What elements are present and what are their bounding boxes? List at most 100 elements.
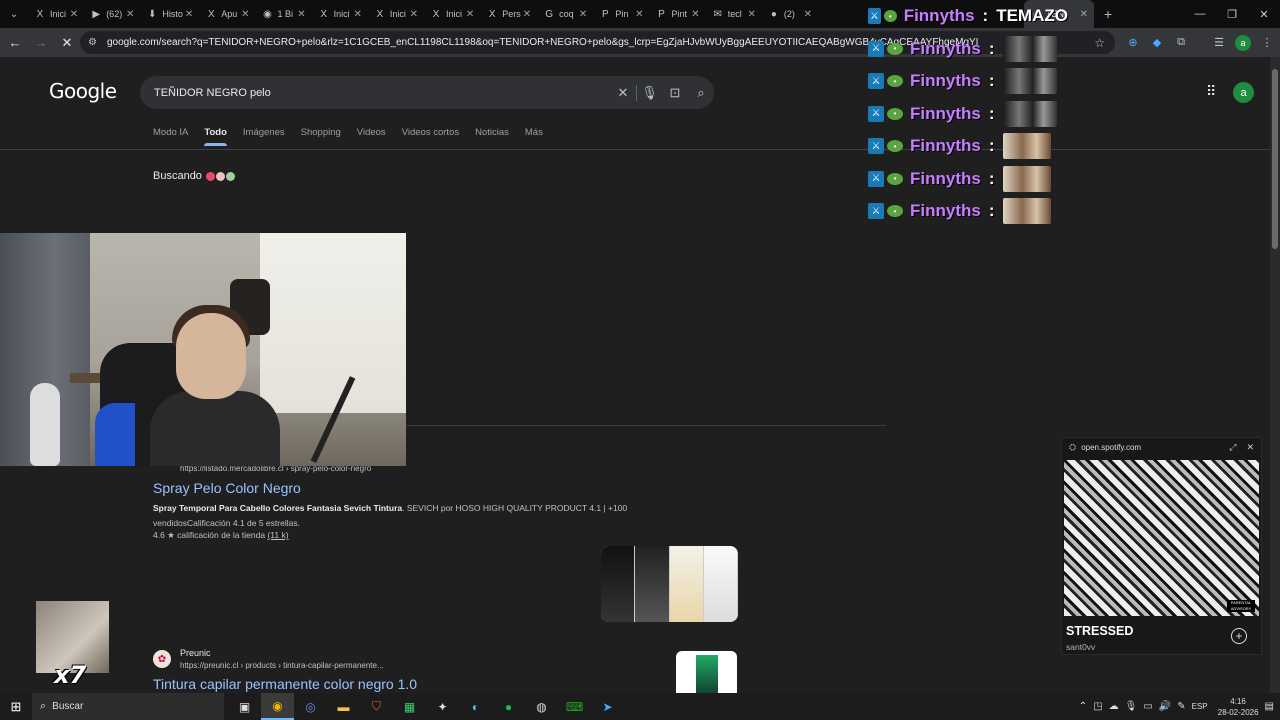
stop-icon[interactable]: ✕ — [54, 30, 80, 56]
tab[interactable]: X Inici ✕ — [28, 0, 84, 28]
app-taskbar-icon[interactable]: ✦ — [426, 693, 459, 720]
result-image-strip[interactable] — [601, 546, 738, 622]
close-icon[interactable]: ✕ — [579, 9, 587, 20]
extension-icon[interactable]: ◆ — [1149, 35, 1165, 51]
rating-count-link[interactable]: (11 k) — [267, 530, 288, 540]
apps-grid-icon[interactable]: ⠿ — [1206, 83, 1222, 99]
product-thumbnail[interactable] — [703, 546, 738, 622]
close-icon[interactable]: ✕ — [353, 9, 361, 20]
result-site-name[interactable]: Preunic — [180, 648, 211, 658]
forward-icon[interactable]: → — [28, 30, 54, 56]
add-to-library-icon[interactable]: + — [1231, 628, 1247, 644]
close-icon[interactable]: ✕ — [691, 9, 699, 20]
lens-icon[interactable]: ⊡ — [662, 85, 688, 101]
app-taskbar-icon[interactable]: ⌨ — [558, 693, 591, 720]
pen-icon[interactable]: ✎ — [1177, 701, 1185, 712]
close-icon[interactable]: ✕ — [241, 9, 249, 20]
steam-taskbar-icon[interactable]: ➤ — [591, 693, 624, 720]
tray-overflow-icon[interactable]: ⌃ — [1079, 701, 1087, 712]
microphone-icon[interactable]: 🎙 — [1125, 701, 1138, 712]
windows-start-icon[interactable]: ⊞ — [0, 693, 32, 720]
track-title[interactable]: STRESSED — [1066, 624, 1133, 638]
site-info-icon[interactable]: ⚙ — [88, 37, 97, 48]
close-icon[interactable]: ✕ — [1080, 9, 1088, 20]
notifications-icon[interactable]: ▤ — [1265, 701, 1274, 712]
tab[interactable]: X Apu ✕ — [199, 0, 255, 28]
search-input[interactable]: TEÑIDOR NEGRO pelo — [154, 87, 610, 99]
tab[interactable]: P Pint ✕ — [650, 0, 706, 28]
track-artist[interactable]: sant0vv — [1066, 642, 1095, 652]
search-icon[interactable]: ⌕ — [688, 85, 714, 101]
steam-taskbar-icon[interactable]: ◐ — [459, 693, 492, 720]
result-url[interactable]: https://preunic.cl › products › tintura-… — [180, 661, 384, 670]
site-settings-icon[interactable]: ⛭ — [1069, 442, 1076, 453]
taskbar-search[interactable]: ⌕ Buscar — [32, 693, 224, 720]
discord-taskbar-icon[interactable]: ◎ — [294, 693, 327, 720]
close-icon[interactable]: ✕ — [70, 9, 78, 20]
close-icon[interactable]: ✕ — [804, 9, 812, 20]
reading-list-icon[interactable]: ☰ — [1211, 35, 1227, 51]
tab[interactable]: P Pin ✕ — [593, 0, 649, 28]
search-tab-shopping[interactable]: Shopping — [301, 127, 341, 146]
google-logo[interactable]: Google — [49, 79, 117, 103]
task-view-icon[interactable]: ▣ — [228, 693, 261, 720]
clear-icon[interactable]: ✕ — [610, 85, 636, 101]
spotify-taskbar-icon[interactable]: ● — [492, 693, 525, 720]
menu-icon[interactable]: ⋮ — [1259, 35, 1275, 51]
page-scrollbar[interactable] — [1270, 57, 1280, 693]
close-icon[interactable]: ✕ — [747, 9, 755, 20]
product-thumbnail[interactable] — [669, 546, 704, 622]
close-icon[interactable]: ✕ — [297, 9, 305, 20]
tab[interactable]: ◉ 1 Bi ✕ — [255, 0, 311, 28]
brave-taskbar-icon[interactable]: ⛉ — [360, 693, 393, 720]
close-icon[interactable]: ✕ — [466, 9, 474, 20]
tab[interactable]: X Inici ✕ — [424, 0, 480, 28]
account-avatar[interactable]: a — [1233, 82, 1254, 103]
close-icon[interactable]: ✕ — [635, 9, 643, 20]
back-icon[interactable]: ← — [2, 30, 28, 56]
volume-icon[interactable]: 🔊 — [1159, 701, 1171, 712]
restore-icon[interactable]: ❐ — [1216, 0, 1248, 28]
tab[interactable]: X Inici ✕ — [368, 0, 424, 28]
close-icon[interactable]: ✕ — [1246, 442, 1254, 453]
product-thumbnail[interactable] — [635, 546, 670, 622]
profile-avatar[interactable]: a — [1235, 34, 1251, 51]
file-explorer-icon[interactable]: ▬ — [327, 693, 360, 720]
mic-icon[interactable]: 🎙 — [636, 84, 662, 101]
tab-search-icon[interactable]: ⌄ — [0, 0, 28, 28]
tab[interactable]: ● (2) ✕ — [762, 0, 818, 28]
search-tab-videos-cortos[interactable]: Videos cortos — [402, 127, 459, 146]
extension-icon[interactable]: ⊕ — [1125, 35, 1141, 51]
close-icon[interactable]: ✕ — [185, 9, 193, 20]
tray-app-icon[interactable]: ☁ — [1109, 701, 1119, 712]
tab[interactable]: X Pers ✕ — [480, 0, 537, 28]
bookmark-star-icon[interactable]: ☆ — [1094, 36, 1105, 50]
search-tab-todo[interactable]: Todo — [204, 127, 227, 146]
product-thumbnail[interactable] — [601, 546, 636, 622]
network-icon[interactable]: ▭ — [1143, 701, 1152, 712]
tab[interactable]: ▶ (62) ✕ — [84, 0, 140, 28]
tray-app-icon[interactable]: ◳ — [1093, 701, 1102, 712]
extensions-puzzle-icon[interactable]: ⧉ — [1173, 35, 1189, 51]
new-tab-icon[interactable]: + — [1104, 6, 1112, 22]
search-tab-más[interactable]: Más — [525, 127, 543, 146]
language-indicator[interactable]: ESP — [1192, 702, 1208, 711]
clock[interactable]: 4:16 28-02-2026 — [1218, 696, 1259, 718]
tab[interactable]: ⬇ Histo ✕ — [140, 0, 199, 28]
tab[interactable]: X Inici ✕ — [312, 0, 368, 28]
tab[interactable]: ✉ tecl ✕ — [706, 0, 762, 28]
result-title[interactable]: Spray Pelo Color Negro — [153, 480, 301, 496]
tab[interactable]: Gcoq ✕ — [537, 0, 593, 28]
close-window-icon[interactable]: ✕ — [1248, 0, 1280, 28]
search-tab-noticias[interactable]: Noticias — [475, 127, 509, 146]
close-icon[interactable]: ✕ — [410, 9, 418, 20]
search-tab-modo-ia[interactable]: Modo IA — [153, 127, 188, 146]
search-box[interactable]: TEÑIDOR NEGRO pelo ✕ 🎙 ⊡ ⌕ — [140, 76, 714, 109]
back-to-tab-icon[interactable]: ⤢ — [1229, 442, 1236, 453]
result-title[interactable]: Tintura capilar permanente color negro 1… — [153, 676, 417, 692]
obs-taskbar-icon[interactable]: ◍ — [525, 693, 558, 720]
close-icon[interactable]: ✕ — [126, 9, 134, 20]
close-icon[interactable]: ✕ — [523, 9, 531, 20]
chrome-taskbar-icon[interactable]: ◉ — [261, 693, 294, 720]
store-taskbar-icon[interactable]: ▦ — [393, 693, 426, 720]
